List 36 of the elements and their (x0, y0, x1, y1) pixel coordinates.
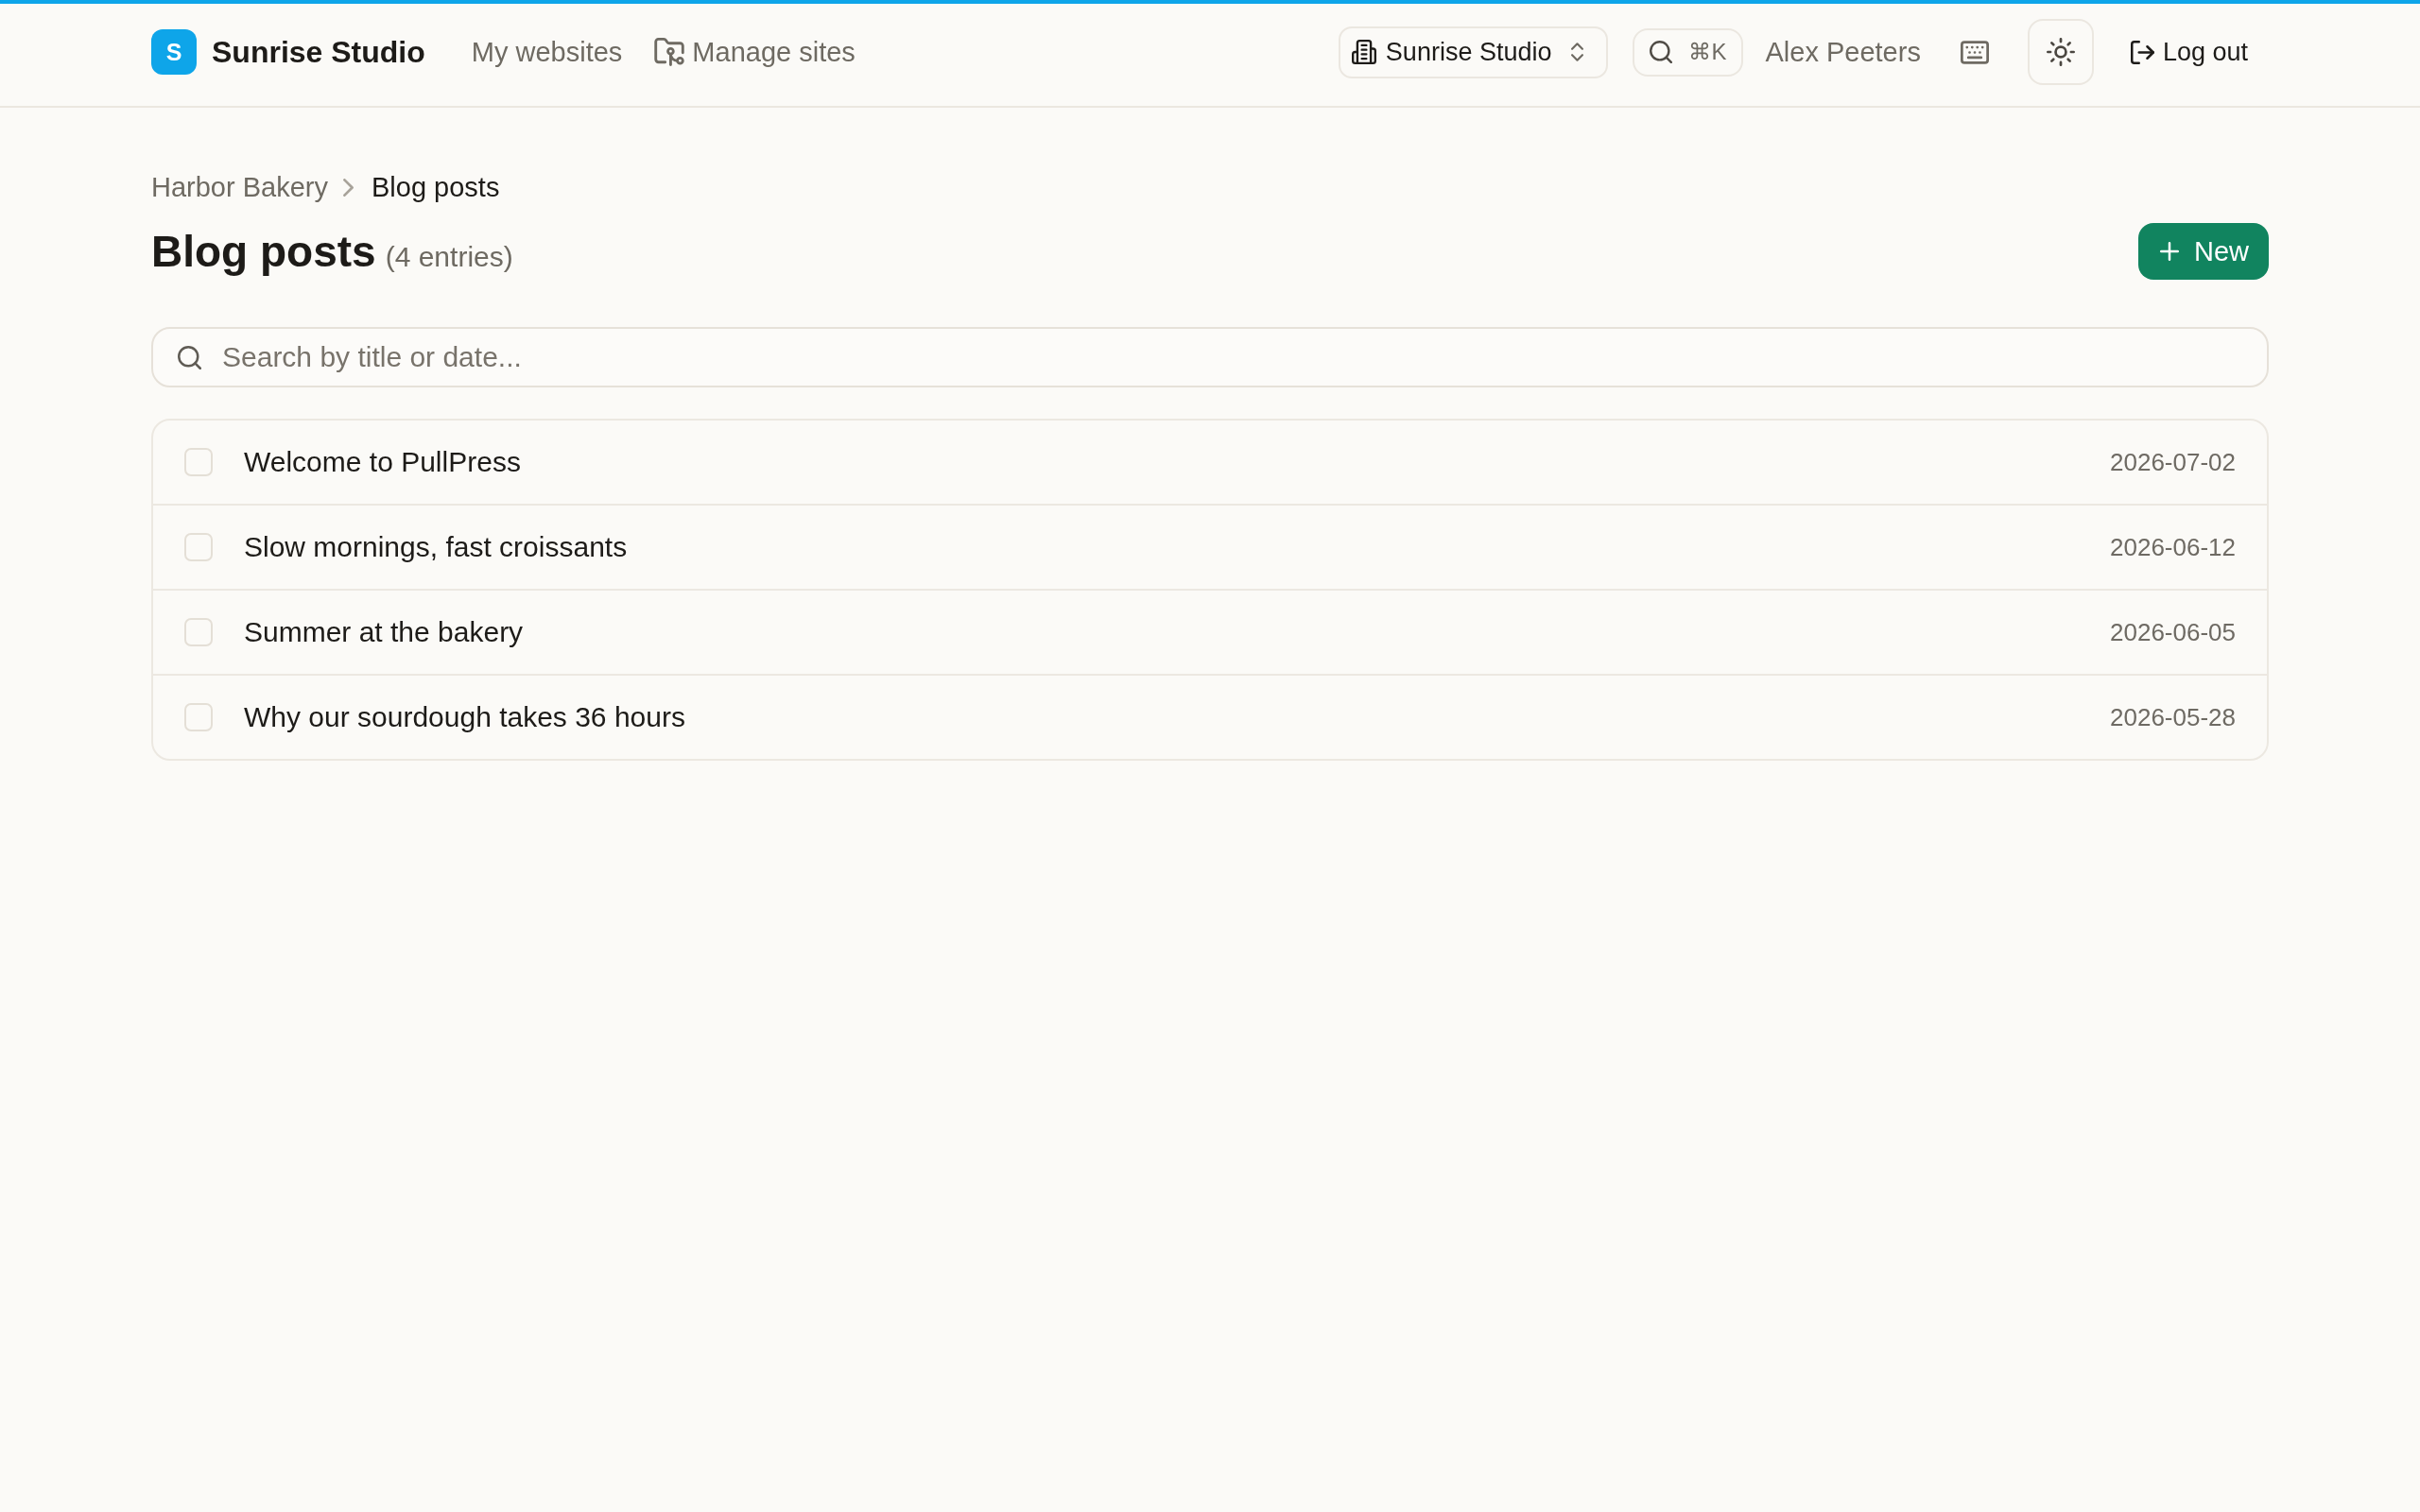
plus-icon (2160, 242, 2179, 261)
new-button[interactable]: New (2138, 223, 2269, 280)
brand-logo: S (151, 29, 197, 75)
post-title-link[interactable]: Why our sourdough takes 36 hours (244, 701, 685, 733)
theme-toggle-button[interactable] (2027, 19, 2094, 85)
chevron-right-icon (342, 178, 354, 197)
brand-name[interactable]: Sunrise Studio (212, 34, 425, 70)
search-field[interactable]: Search by title or date... (151, 327, 2269, 387)
user-name: Alex Peeters (1765, 36, 1921, 68)
post-title-link[interactable]: Welcome to PullPress (244, 446, 521, 478)
entry-count: (4 entries) (385, 241, 513, 273)
search-icon (178, 346, 201, 369)
logout-button[interactable]: Log out (2109, 26, 2269, 78)
keyboard-icon[interactable] (1960, 40, 1989, 64)
post-title-link[interactable]: Slow mornings, fast croissants (244, 531, 628, 563)
sun-icon (2046, 38, 2075, 66)
checkbox[interactable] (184, 703, 213, 731)
checkbox[interactable] (184, 533, 213, 561)
post-date: 2026-06-05 (2110, 617, 2236, 647)
workspace-switcher[interactable]: Sunrise Studio (1338, 26, 1609, 78)
breadcrumb-link[interactable]: Harbor Bakery (151, 171, 328, 203)
search-icon (1650, 41, 1673, 63)
folder-icon (654, 38, 685, 66)
building-icon (1351, 40, 1376, 64)
chevron-up-down-icon (1571, 43, 1584, 61)
post-date: 2026-07-02 (2110, 447, 2236, 477)
search-button[interactable]: ⌘K (1633, 27, 1744, 77)
breadcrumb-current: Blog posts (371, 171, 500, 203)
logout-icon (2130, 40, 2154, 64)
nav-link[interactable]: My websites (471, 36, 623, 68)
checkbox[interactable] (184, 618, 213, 646)
post-date: 2026-05-28 (2110, 702, 2236, 732)
nav-link[interactable]: Manage sites (654, 36, 856, 68)
checkbox[interactable] (184, 448, 213, 476)
post-date: 2026-06-12 (2110, 532, 2236, 562)
post-title-link[interactable]: Summer at the bakery (244, 616, 524, 648)
